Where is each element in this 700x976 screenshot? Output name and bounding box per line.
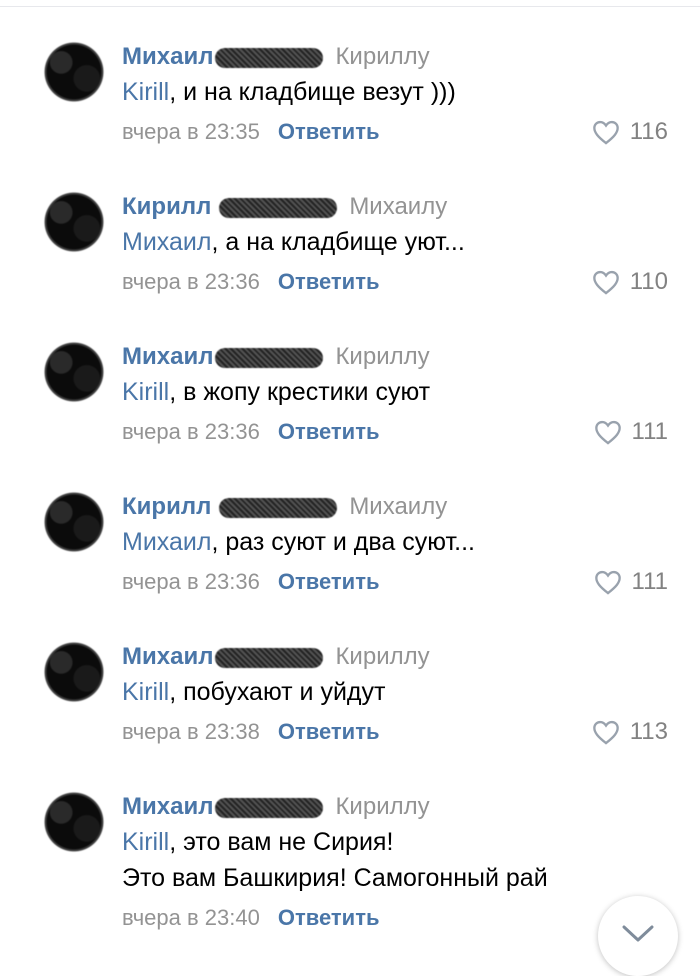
comment-text: Михаил, раз суют и два суют... (122, 524, 682, 560)
avatar[interactable] (42, 640, 106, 704)
reply-to-label[interactable]: Кириллу (335, 343, 429, 370)
reply-button[interactable]: Ответить (278, 119, 380, 144)
comment-date: вчера в 23:40 (122, 905, 260, 930)
avatar[interactable] (42, 190, 106, 254)
reply-button[interactable]: Ответить (278, 269, 380, 294)
like-count: 111 (631, 418, 668, 445)
redacted-surname (215, 47, 324, 68)
avatar[interactable] (42, 490, 106, 554)
mention-link[interactable]: Михаил (122, 228, 211, 256)
reply-to-label[interactable]: Михаилу (349, 193, 447, 220)
mention-link[interactable]: Kirill (122, 678, 169, 706)
comment-body: Михаил Кириллу Kirill, это вам не Сирия! … (122, 790, 682, 936)
comment-body: Кирилл Михаилу Михаил, а на кладбище уют.… (122, 190, 682, 300)
heart-icon (594, 569, 622, 595)
author-name[interactable]: Михаил (122, 343, 213, 370)
redacted-surname (219, 197, 338, 218)
author-name[interactable]: Кирилл (122, 193, 211, 220)
comment-text-body: , это вам не Сирия! (169, 828, 394, 856)
like-button[interactable]: 111 (594, 564, 668, 600)
comment-header: Михаил Кириллу (122, 640, 682, 674)
heart-icon (592, 119, 620, 145)
comment-body: Михаил Кириллу Kirill, в жопу крестики су… (122, 340, 682, 450)
reply-button[interactable]: Ответить (278, 419, 380, 444)
comment-text-body: , и на кладбище везут ))) (169, 78, 456, 106)
reply-to-label[interactable]: Кириллу (335, 793, 429, 820)
comment-header: Михаил Кириллу (122, 340, 682, 374)
comment-date: вчера в 23:36 (122, 419, 260, 444)
like-button[interactable]: 113 (592, 714, 668, 750)
comment-date: вчера в 23:36 (122, 569, 260, 594)
like-button[interactable]: 116 (592, 114, 668, 150)
heart-icon (592, 269, 620, 295)
mention-link[interactable]: Михаил (122, 528, 211, 556)
redacted-surname (219, 497, 338, 518)
like-count: 110 (629, 268, 668, 295)
comment-text: Михаил, а на кладбище уют... (122, 224, 682, 260)
comment-body: Михаил Кириллу Kirill, и на кладбище везу… (122, 40, 682, 150)
mention-link[interactable]: Kirill (122, 378, 169, 406)
comment-meta: вчера в 23:36 Ответить 111 (122, 564, 682, 600)
comment-body: Михаил Кириллу Kirill, побухают и уйдут в… (122, 640, 682, 750)
comment-header: Кирилл Михаилу (122, 190, 682, 224)
comment-header: Михаил Кириллу (122, 790, 682, 824)
comment-meta: вчера в 23:35 Ответить 116 (122, 114, 682, 150)
like-button[interactable]: 111 (594, 414, 668, 450)
like-count: 113 (629, 718, 668, 745)
avatar[interactable] (42, 40, 106, 104)
avatar[interactable] (42, 340, 106, 404)
author-name[interactable]: Михаил (122, 793, 213, 820)
comment-meta: вчера в 23:38 Ответить 113 (122, 714, 682, 750)
reply-to-label[interactable]: Кириллу (335, 643, 429, 670)
redacted-surname (215, 797, 324, 818)
comment-header: Кирилл Михаилу (122, 490, 682, 524)
scroll-down-button[interactable] (598, 896, 678, 976)
top-divider (0, 0, 700, 7)
comment-text-body: , а на кладбище уют... (211, 228, 465, 256)
comment-body: Кирилл Михаилу Михаил, раз суют и два сую… (122, 490, 682, 600)
redacted-surname (215, 347, 324, 368)
like-count: 116 (629, 118, 668, 145)
reply-to-label[interactable]: Кириллу (335, 43, 429, 70)
comment-meta: вчера в 23:36 Ответить 110 (122, 264, 682, 300)
reply-button[interactable]: Ответить (278, 719, 380, 744)
redacted-surname (215, 647, 324, 668)
mention-link[interactable]: Kirill (122, 828, 169, 856)
like-button[interactable]: 110 (592, 264, 668, 300)
reply-to-label[interactable]: Михаилу (349, 493, 447, 520)
comment-header: Михаил Кириллу (122, 40, 682, 74)
heart-icon (594, 419, 622, 445)
comment-text-body: , побухают и уйдут (169, 678, 386, 706)
mention-link[interactable]: Kirill (122, 78, 169, 106)
comment-text-body: , в жопу крестики суют (169, 378, 431, 406)
comment-text: Kirill, это вам не Сирия! (122, 824, 682, 860)
comment-text-body: , раз суют и два суют... (211, 528, 475, 556)
author-name[interactable]: Михаил (122, 643, 213, 670)
comment-text: Kirill, и на кладбище везут ))) (122, 74, 682, 110)
comment-date: вчера в 23:36 (122, 269, 260, 294)
author-name[interactable]: Кирилл (122, 493, 211, 520)
comment-date: вчера в 23:35 (122, 119, 260, 144)
like-count: 111 (631, 568, 668, 595)
avatar[interactable] (42, 790, 106, 854)
heart-icon (592, 719, 620, 745)
reply-button[interactable]: Ответить (278, 569, 380, 594)
reply-button[interactable]: Ответить (278, 905, 380, 930)
author-name[interactable]: Михаил (122, 43, 213, 70)
comment-text: Kirill, в жопу крестики суют (122, 374, 682, 410)
comment-date: вчера в 23:38 (122, 719, 260, 744)
comment-text-line-2: Это вам Башкирия! Самогонный рай (122, 864, 548, 892)
comment-text: Kirill, побухают и уйдут (122, 674, 682, 710)
chevron-down-icon (620, 923, 656, 950)
comment-meta: вчера в 23:36 Ответить 111 (122, 414, 682, 450)
